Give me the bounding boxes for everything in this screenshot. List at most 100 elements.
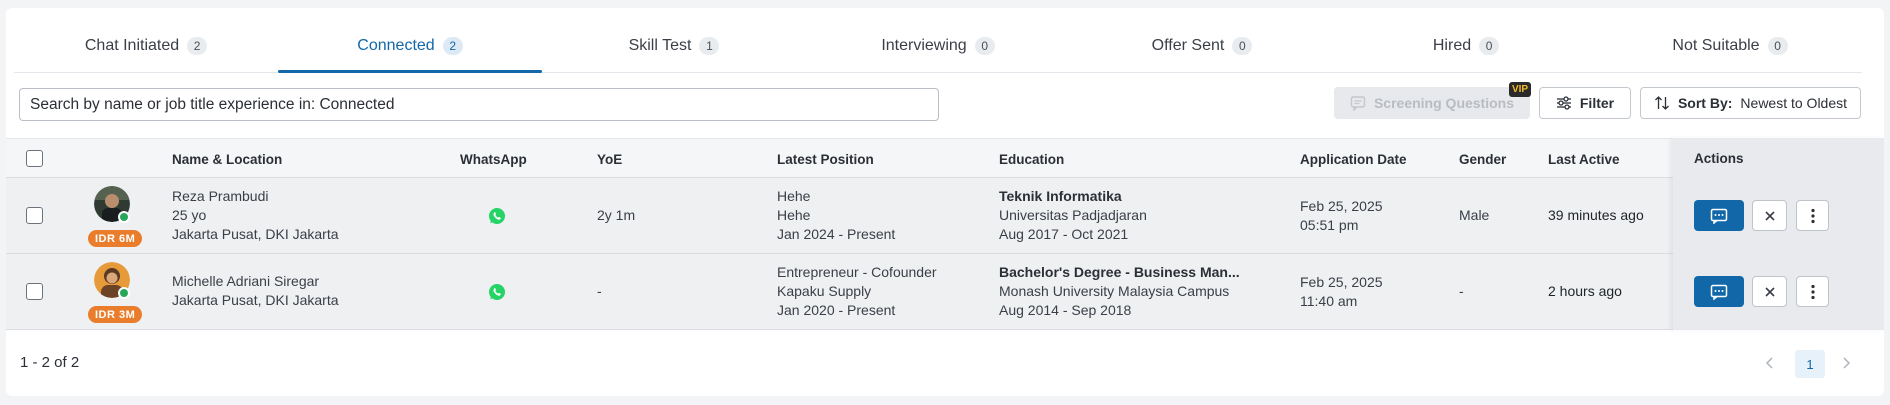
header-name-location: Name & Location: [172, 151, 283, 167]
application-date: Feb 25, 2025: [1300, 198, 1383, 214]
online-status-dot: [118, 211, 130, 223]
table-row[interactable]: IDR 3M Michelle Adriani Siregar Jakarta …: [6, 254, 1884, 330]
tab-skill-test[interactable]: Skill Test 1: [542, 20, 806, 72]
tab-connected[interactable]: Connected 2: [278, 20, 542, 73]
filter-button[interactable]: Filter: [1539, 87, 1631, 119]
last-active: 2 hours ago: [1548, 283, 1622, 299]
candidate-name[interactable]: Reza Prambudi: [172, 187, 269, 206]
gender: -: [1459, 283, 1464, 299]
education-degree: Bachelor's Degree - Business Man...: [999, 263, 1240, 282]
education-school: Universitas Padjadjaran: [999, 207, 1147, 223]
table-header: Name & Location WhatsApp YoE Latest Posi…: [6, 138, 1884, 178]
years-of-experience: -: [597, 283, 602, 299]
pagination-page-1[interactable]: 1: [1795, 350, 1825, 378]
education-degree-text: Teknik Informatika: [999, 188, 1122, 204]
tab-count: 0: [1232, 37, 1253, 55]
position-title: Hehe: [777, 188, 811, 204]
row-checkbox[interactable]: [26, 207, 43, 224]
header-latest-position: Latest Position: [777, 151, 874, 167]
tab-count: 0: [974, 37, 995, 55]
header-whatsapp: WhatsApp: [460, 151, 527, 167]
education-period: Aug 2014 - Sep 2018: [999, 302, 1132, 318]
tab-offer-sent[interactable]: Offer Sent 0: [1070, 20, 1334, 72]
sort-button[interactable]: Sort By: Newest to Oldest: [1640, 87, 1861, 119]
vip-badge: VIP: [1509, 82, 1531, 97]
whatsapp-icon[interactable]: [488, 283, 506, 301]
table-row[interactable]: IDR 6M Reza Prambudi 25 yo Jakarta Pusat…: [6, 178, 1884, 254]
years-of-experience: 2y 1m: [597, 207, 636, 223]
candidate-location: Jakarta Pusat, DKI Jakarta: [172, 226, 339, 242]
tab-label: Offer Sent: [1151, 37, 1225, 54]
header-yoe: YoE: [597, 151, 623, 167]
more-vertical-icon: [1810, 208, 1815, 223]
position-company: Kapaku Supply: [777, 283, 872, 299]
application-time: 05:51 pm: [1300, 217, 1359, 233]
close-icon: [1764, 210, 1775, 221]
position-title: Entrepreneur - Cofounder: [777, 264, 937, 280]
row-checkbox[interactable]: [26, 283, 43, 300]
header-education: Education: [999, 151, 1065, 167]
sort-prefix: Sort By:: [1677, 95, 1733, 111]
education-degree-text: Bachelor's Degree - Business Man...: [999, 264, 1240, 280]
tab-label: Not Suitable: [1672, 37, 1760, 54]
candidate-name[interactable]: Michelle Adriani Siregar: [172, 272, 319, 291]
more-vertical-icon: [1810, 284, 1815, 299]
tab-chat-initiated[interactable]: Chat Initiated 2: [14, 20, 278, 72]
close-icon: [1764, 286, 1775, 297]
chevron-right-icon: [1843, 357, 1851, 369]
sort-arrows-icon: [1655, 96, 1669, 110]
pipeline-tabs: Chat Initiated 2 Connected 2 Skill Test …: [14, 20, 1862, 73]
tab-hired[interactable]: Hired 0: [1334, 20, 1598, 72]
header-last-active: Last Active: [1548, 151, 1620, 167]
gender: Male: [1459, 207, 1490, 223]
sliders-icon: [1556, 96, 1571, 110]
message-button[interactable]: [1694, 200, 1744, 231]
message-button[interactable]: [1694, 276, 1744, 307]
tab-count: 0: [1479, 37, 1500, 55]
education-period: Aug 2017 - Oct 2021: [999, 226, 1129, 242]
online-status-dot: [118, 287, 130, 299]
screening-questions-label: Screening Questions: [1373, 95, 1515, 111]
chat-icon: [1350, 96, 1366, 111]
tab-count: 2: [187, 37, 208, 55]
position-period: Jan 2024 - Present: [777, 226, 896, 242]
tab-interviewing[interactable]: Interviewing 0: [806, 20, 1070, 72]
header-gender: Gender: [1459, 151, 1507, 167]
tab-label: Skill Test: [628, 37, 692, 54]
last-active: 39 minutes ago: [1548, 207, 1644, 223]
filter-label: Filter: [1579, 95, 1615, 111]
education-degree: Teknik Informatika: [999, 187, 1122, 206]
expected-salary-badge: IDR 6M: [88, 230, 143, 247]
tab-label: Interviewing: [881, 37, 967, 54]
position-company: Hehe: [777, 207, 811, 223]
sort-value: Newest to Oldest: [1740, 95, 1848, 111]
expected-salary-badge: IDR 3M: [88, 306, 143, 323]
screening-questions-button[interactable]: Screening Questions: [1334, 87, 1530, 119]
reject-button[interactable]: [1752, 276, 1787, 307]
search-input[interactable]: [19, 88, 939, 121]
message-icon: [1710, 284, 1728, 300]
position-period: Jan 2020 - Present: [777, 302, 896, 318]
tab-count: 0: [1767, 37, 1788, 55]
tab-label: Chat Initiated: [84, 37, 180, 54]
pagination-next-button[interactable]: [1834, 351, 1858, 375]
candidate-location: Jakarta Pusat, DKI Jakarta: [172, 292, 339, 308]
more-options-button[interactable]: [1796, 276, 1829, 307]
candidate-age: 25 yo: [172, 207, 207, 223]
header-application-date: Application Date: [1300, 151, 1407, 167]
header-actions: Actions: [1694, 150, 1744, 166]
chevron-left-icon: [1765, 357, 1773, 369]
select-all-checkbox[interactable]: [26, 150, 43, 167]
tab-not-suitable[interactable]: Not Suitable 0: [1598, 20, 1862, 72]
application-date: Feb 25, 2025: [1300, 274, 1383, 290]
whatsapp-icon[interactable]: [488, 207, 506, 225]
reject-button[interactable]: [1752, 200, 1787, 231]
message-icon: [1710, 208, 1728, 224]
more-options-button[interactable]: [1796, 200, 1829, 231]
application-time: 11:40 am: [1300, 293, 1358, 309]
tab-label: Connected: [357, 37, 435, 54]
education-school: Monash University Malaysia Campus: [999, 283, 1230, 299]
pagination-range: 1 - 2 of 2: [20, 354, 80, 371]
pagination-prev-button[interactable]: [1758, 351, 1782, 375]
tab-count: 1: [699, 37, 720, 55]
